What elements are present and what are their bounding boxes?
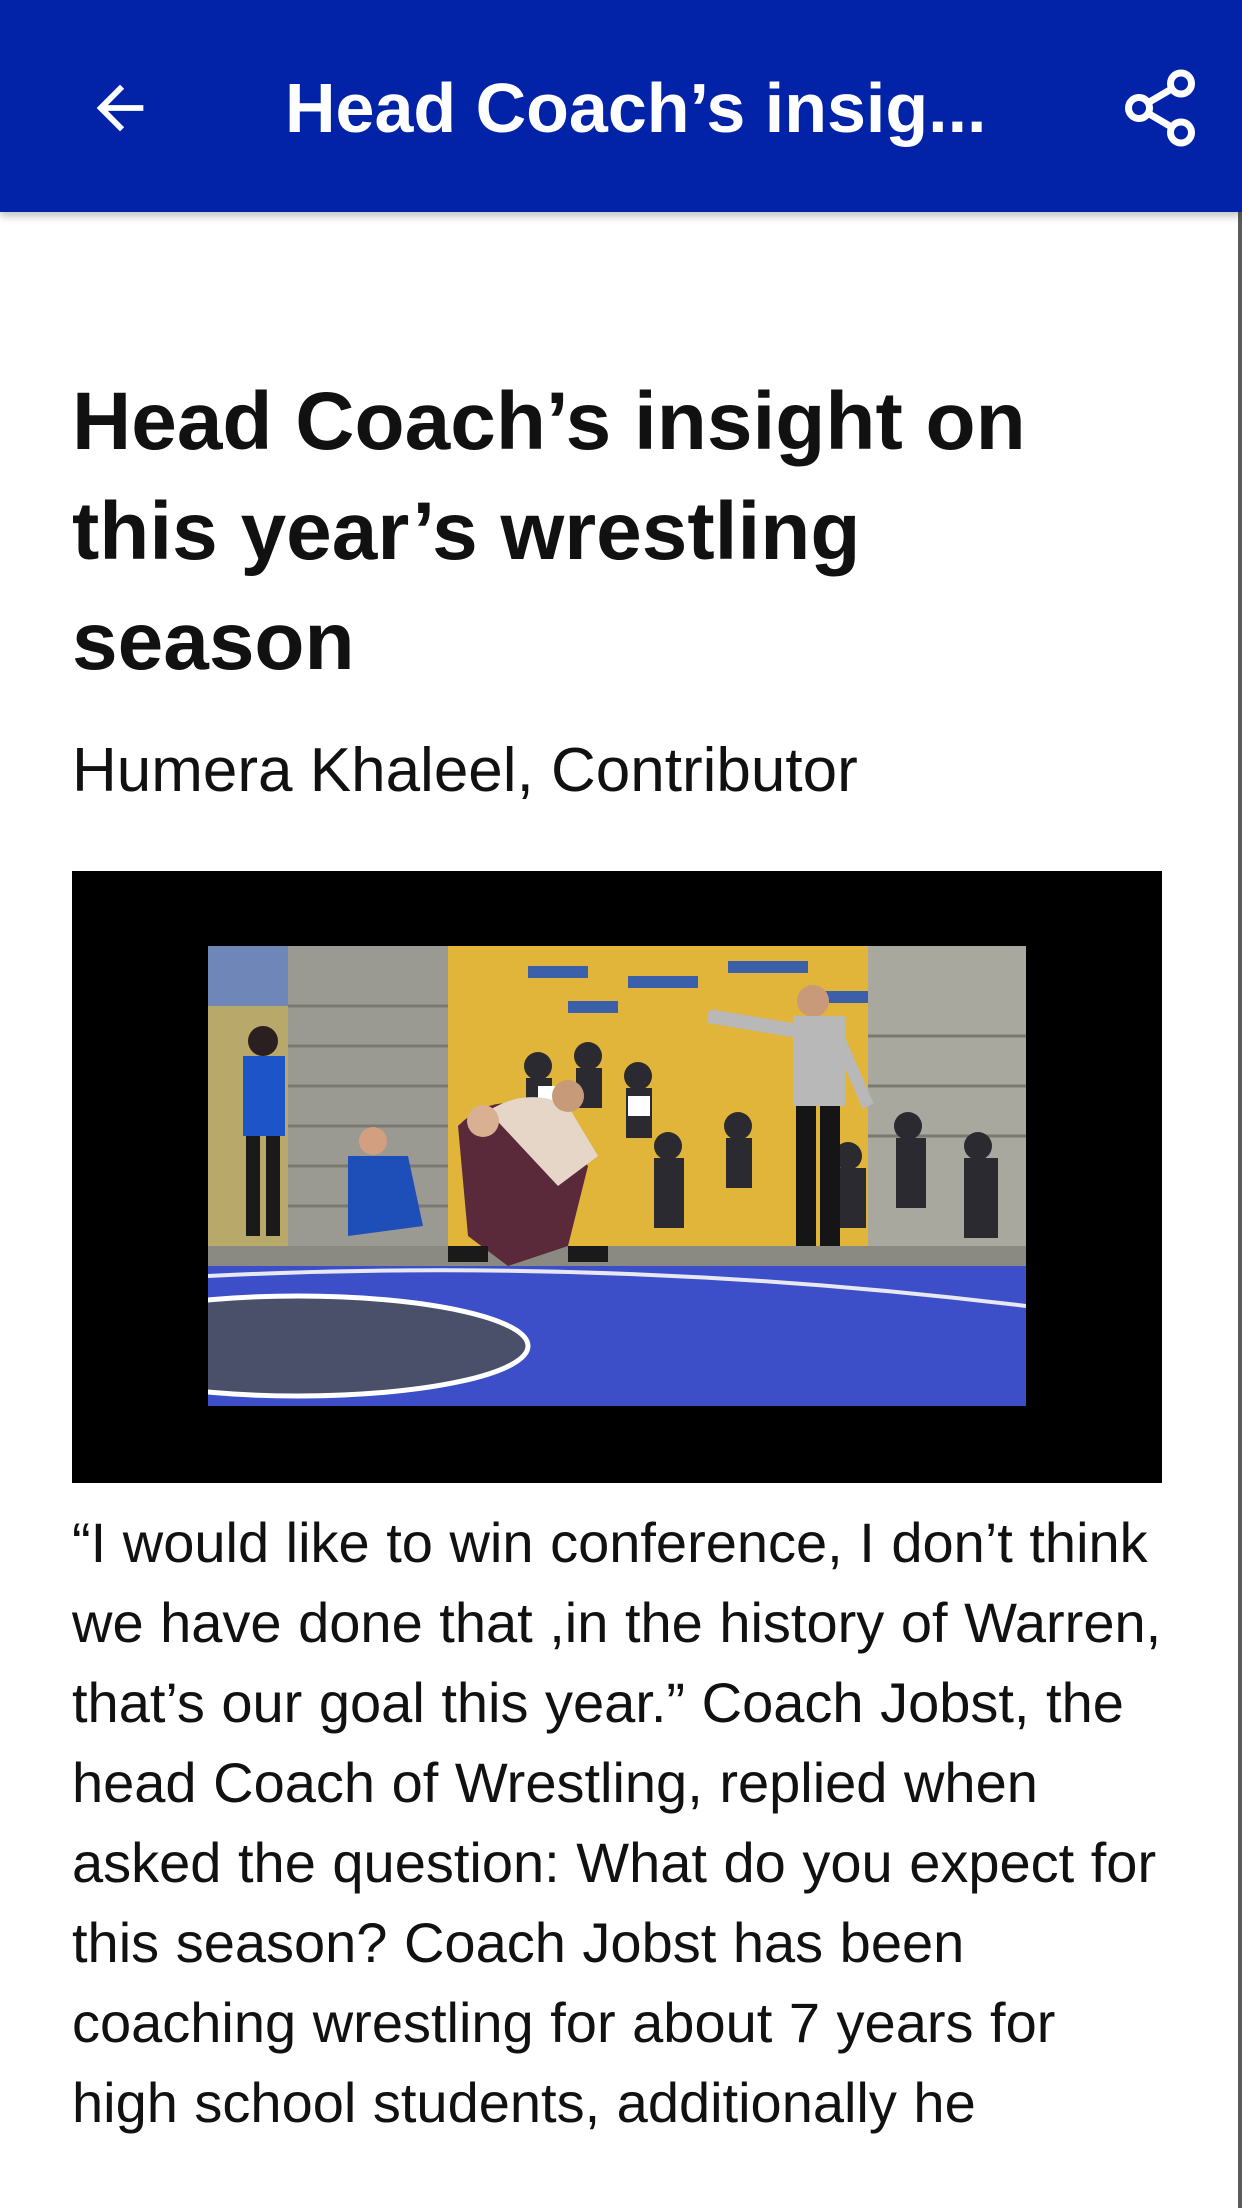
app-bar: Head Coach’s insig... [0,0,1242,212]
article-headline: Head Coach’s insight on this year’s wres… [72,376,1026,687]
article-byline: Humera Khaleel, Contributor [72,736,858,805]
app-bar-title: Head Coach’s insig... [285,69,987,147]
arrow-left-icon [96,84,144,132]
back-button[interactable] [60,58,180,158]
article-video[interactable] [72,871,1162,1483]
wrestling-match-image [208,946,1026,1406]
article: Head Coach’s insight on this year’s wres… [72,212,1162,2143]
share-button[interactable] [1100,50,1220,165]
video-thumbnail [208,946,1026,1406]
article-body: “I would like to win conference, I don’t… [72,1511,1162,2134]
scroll-edge [1238,212,1242,2208]
share-icon [1125,69,1195,146]
